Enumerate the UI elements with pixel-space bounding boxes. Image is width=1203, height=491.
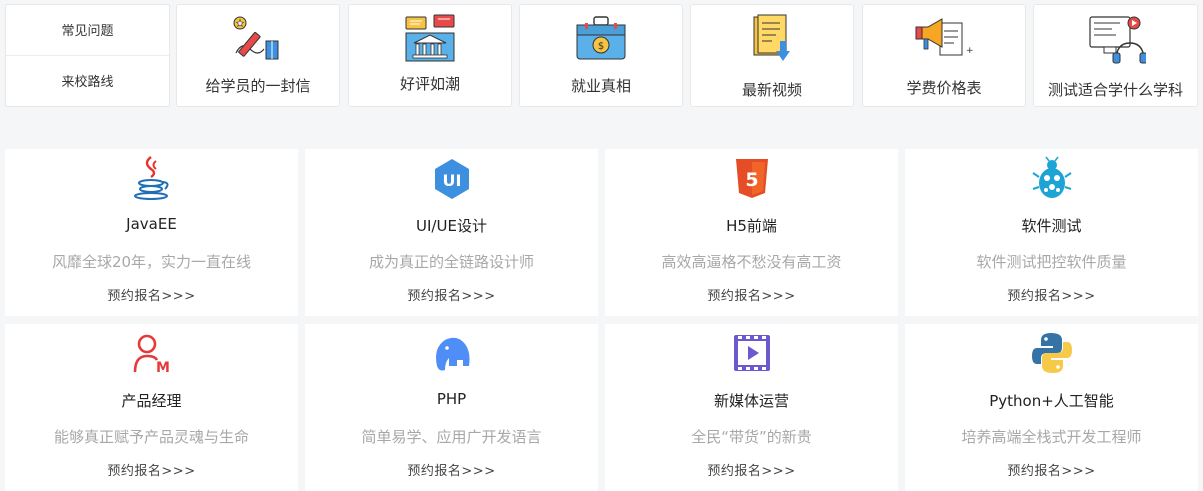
java-cup-icon [133,156,169,200]
praise-building-icon [405,14,455,62]
svg-text:M: M [156,360,170,376]
elephant-icon [435,337,469,371]
svg-text:+: + [966,46,974,56]
person-m-icon: M [133,334,170,376]
letter-pen-icon [233,16,279,60]
video-film-icon [733,335,770,371]
signup-link[interactable]: 预约报名>>> [905,460,1198,479]
document-download-icon [753,14,790,61]
signup-link[interactable]: 预约报名>>> [605,285,898,304]
card-letter-to-students[interactable]: 给学员的一封信 [176,4,340,107]
course-javaee[interactable]: JavaEE 风靡全球20年，实力一直在线 预约报名>>> [5,149,298,316]
course-desc: 高效高逼格不愁没有高工资 [661,253,842,271]
card-praise[interactable]: 好评如潮 [348,4,512,107]
course-title: Python+人工智能 [989,392,1114,410]
ui-hexagon-icon: UI [434,159,469,199]
course-desc: 全民“带货”的新贵 [691,428,812,446]
faq-box: 常见问题 来校路线 [5,4,170,107]
course-desc: 软件测试把控软件质量 [976,253,1127,271]
card-label: 最新视频 [741,81,802,99]
svg-text:UI: UI [442,171,461,190]
course-title: 产品经理 [121,392,182,410]
signup-link[interactable]: 预约报名>>> [5,460,298,479]
card-label: 学费价格表 [906,79,982,97]
faq-common-questions[interactable]: 常见问题 [6,5,169,56]
card-employment-truth[interactable]: $ 就业真相 [519,4,683,107]
course-title: 新媒体运营 [713,392,789,410]
course-desc: 培养高端全栈式开发工程师 [961,428,1142,446]
course-title: PHP [436,390,467,408]
briefcase-coin-icon: $ [576,16,626,60]
course-new-media[interactable]: 新媒体运营 全民“带货”的新贵 预约报名>>> [605,324,898,491]
svg-text:5: 5 [745,169,758,191]
course-php[interactable]: PHP 简单易学、应用广开发语言 预约报名>>> [305,324,598,491]
course-desc: 成为真正的全链路设计师 [368,253,534,271]
course-title: JavaEE [126,215,177,233]
faq-route-to-school[interactable]: 来校路线 [6,56,169,107]
course-ui-ue[interactable]: UI UI/UE设计 成为真正的全链路设计师 预约报名>>> [305,149,598,316]
card-subject-test[interactable]: 测试适合学什么学科 [1033,4,1198,107]
card-label: 好评如潮 [399,75,460,93]
signup-link[interactable]: 预约报名>>> [305,460,598,479]
card-label: 就业真相 [570,77,631,95]
card-label: 测试适合学什么学科 [1047,81,1183,99]
course-desc: 简单易学、应用广开发语言 [361,428,542,446]
top-strip: 常见问题 来校路线 给学员的一封信 好评如潮 $ 就业真相 最新视频 + 学费价… [5,4,1198,107]
bug-icon [1031,156,1072,198]
course-title: UI/UE设计 [416,217,487,235]
computer-headphones-icon [1088,16,1146,64]
card-tuition-price[interactable]: + 学费价格表 [862,4,1026,107]
html5-shield-icon: 5 [735,159,768,198]
signup-link[interactable]: 预约报名>>> [305,285,598,304]
course-python-ai[interactable]: Python+人工智能 培养高端全栈式开发工程师 预约报名>>> [905,324,1198,491]
card-label: 给学员的一封信 [205,77,311,95]
course-title: H5前端 [726,217,777,235]
course-title: 软件测试 [1021,217,1082,235]
signup-link[interactable]: 预约报名>>> [605,460,898,479]
python-snakes-icon [1031,333,1072,373]
svg-text:$: $ [598,41,604,52]
card-latest-video[interactable]: 最新视频 [690,4,854,107]
course-software-testing[interactable]: 软件测试 软件测试把控软件质量 预约报名>>> [905,149,1198,316]
course-product-manager[interactable]: M 产品经理 能够真正赋予产品灵魂与生命 预约报名>>> [5,324,298,491]
course-h5-frontend[interactable]: 5 H5前端 高效高逼格不愁没有高工资 预约报名>>> [605,149,898,316]
signup-link[interactable]: 预约报名>>> [5,285,298,304]
megaphone-scroll-icon: + [915,18,974,56]
course-desc: 能够真正赋予产品灵魂与生命 [53,428,249,446]
signup-link[interactable]: 预约报名>>> [905,285,1198,304]
course-desc: 风靡全球20年，实力一直在线 [51,253,252,271]
